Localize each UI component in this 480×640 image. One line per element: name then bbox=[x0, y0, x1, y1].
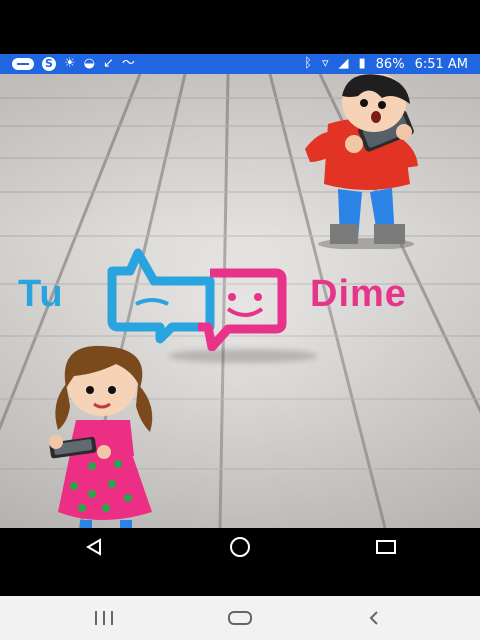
chat-icon bbox=[12, 58, 34, 70]
wifi-icon: ▿ bbox=[321, 56, 329, 71]
battery-percentage: 86% bbox=[375, 56, 405, 72]
bottom-black-bar bbox=[0, 566, 480, 596]
status-clock: 6:51 AM bbox=[414, 56, 468, 72]
recents-icon bbox=[376, 540, 396, 554]
status-left-icons: S ☀ ◒ ↙ 〜 bbox=[12, 54, 135, 74]
speedometer-icon: ◒ bbox=[83, 56, 95, 71]
logo-shadow bbox=[168, 349, 318, 363]
boy-illustration bbox=[305, 74, 418, 249]
splash-screen: Tu Dime bbox=[0, 74, 480, 528]
chat-bubbles-logo-icon bbox=[107, 248, 287, 351]
skype-icon: S bbox=[42, 57, 56, 71]
tudime-logo: Tu Dime bbox=[18, 241, 464, 363]
home-pill-icon bbox=[228, 611, 252, 625]
logo-word-tu: Tu bbox=[18, 273, 64, 315]
device-navigation-bar bbox=[0, 528, 480, 566]
battery-icon: ▮ bbox=[358, 56, 366, 71]
girl-illustration bbox=[49, 345, 153, 528]
back-chevron-icon bbox=[369, 611, 378, 625]
bluetooth-icon: ᛒ bbox=[304, 56, 312, 71]
back-icon bbox=[86, 538, 101, 556]
signal-icon: ◢ bbox=[338, 56, 349, 71]
back-button[interactable] bbox=[72, 528, 116, 566]
status-right-icons: ᛒ ▿ ◢ ▮ 86% 6:51 AM bbox=[304, 54, 468, 74]
system-navigation-bar bbox=[0, 596, 480, 640]
trend-icon: 〜 bbox=[121, 56, 135, 71]
missed-call-icon: ↙ bbox=[103, 56, 114, 71]
recent-apps-icon bbox=[95, 611, 113, 625]
home-button[interactable] bbox=[218, 528, 262, 566]
recent-apps-button[interactable] bbox=[80, 596, 128, 640]
home-icon bbox=[230, 537, 250, 557]
status-bar: S ☀ ◒ ↙ 〜 ᛒ ▿ ◢ ▮ 86% 6:51 AM bbox=[0, 54, 480, 74]
back-chevron-button[interactable] bbox=[350, 596, 398, 640]
brightness-icon: ☀ bbox=[64, 56, 76, 71]
logo-word-dime: Dime bbox=[310, 273, 407, 315]
home-pill-button[interactable] bbox=[214, 596, 266, 640]
top-black-bar bbox=[0, 0, 480, 54]
recents-button[interactable] bbox=[364, 528, 408, 566]
